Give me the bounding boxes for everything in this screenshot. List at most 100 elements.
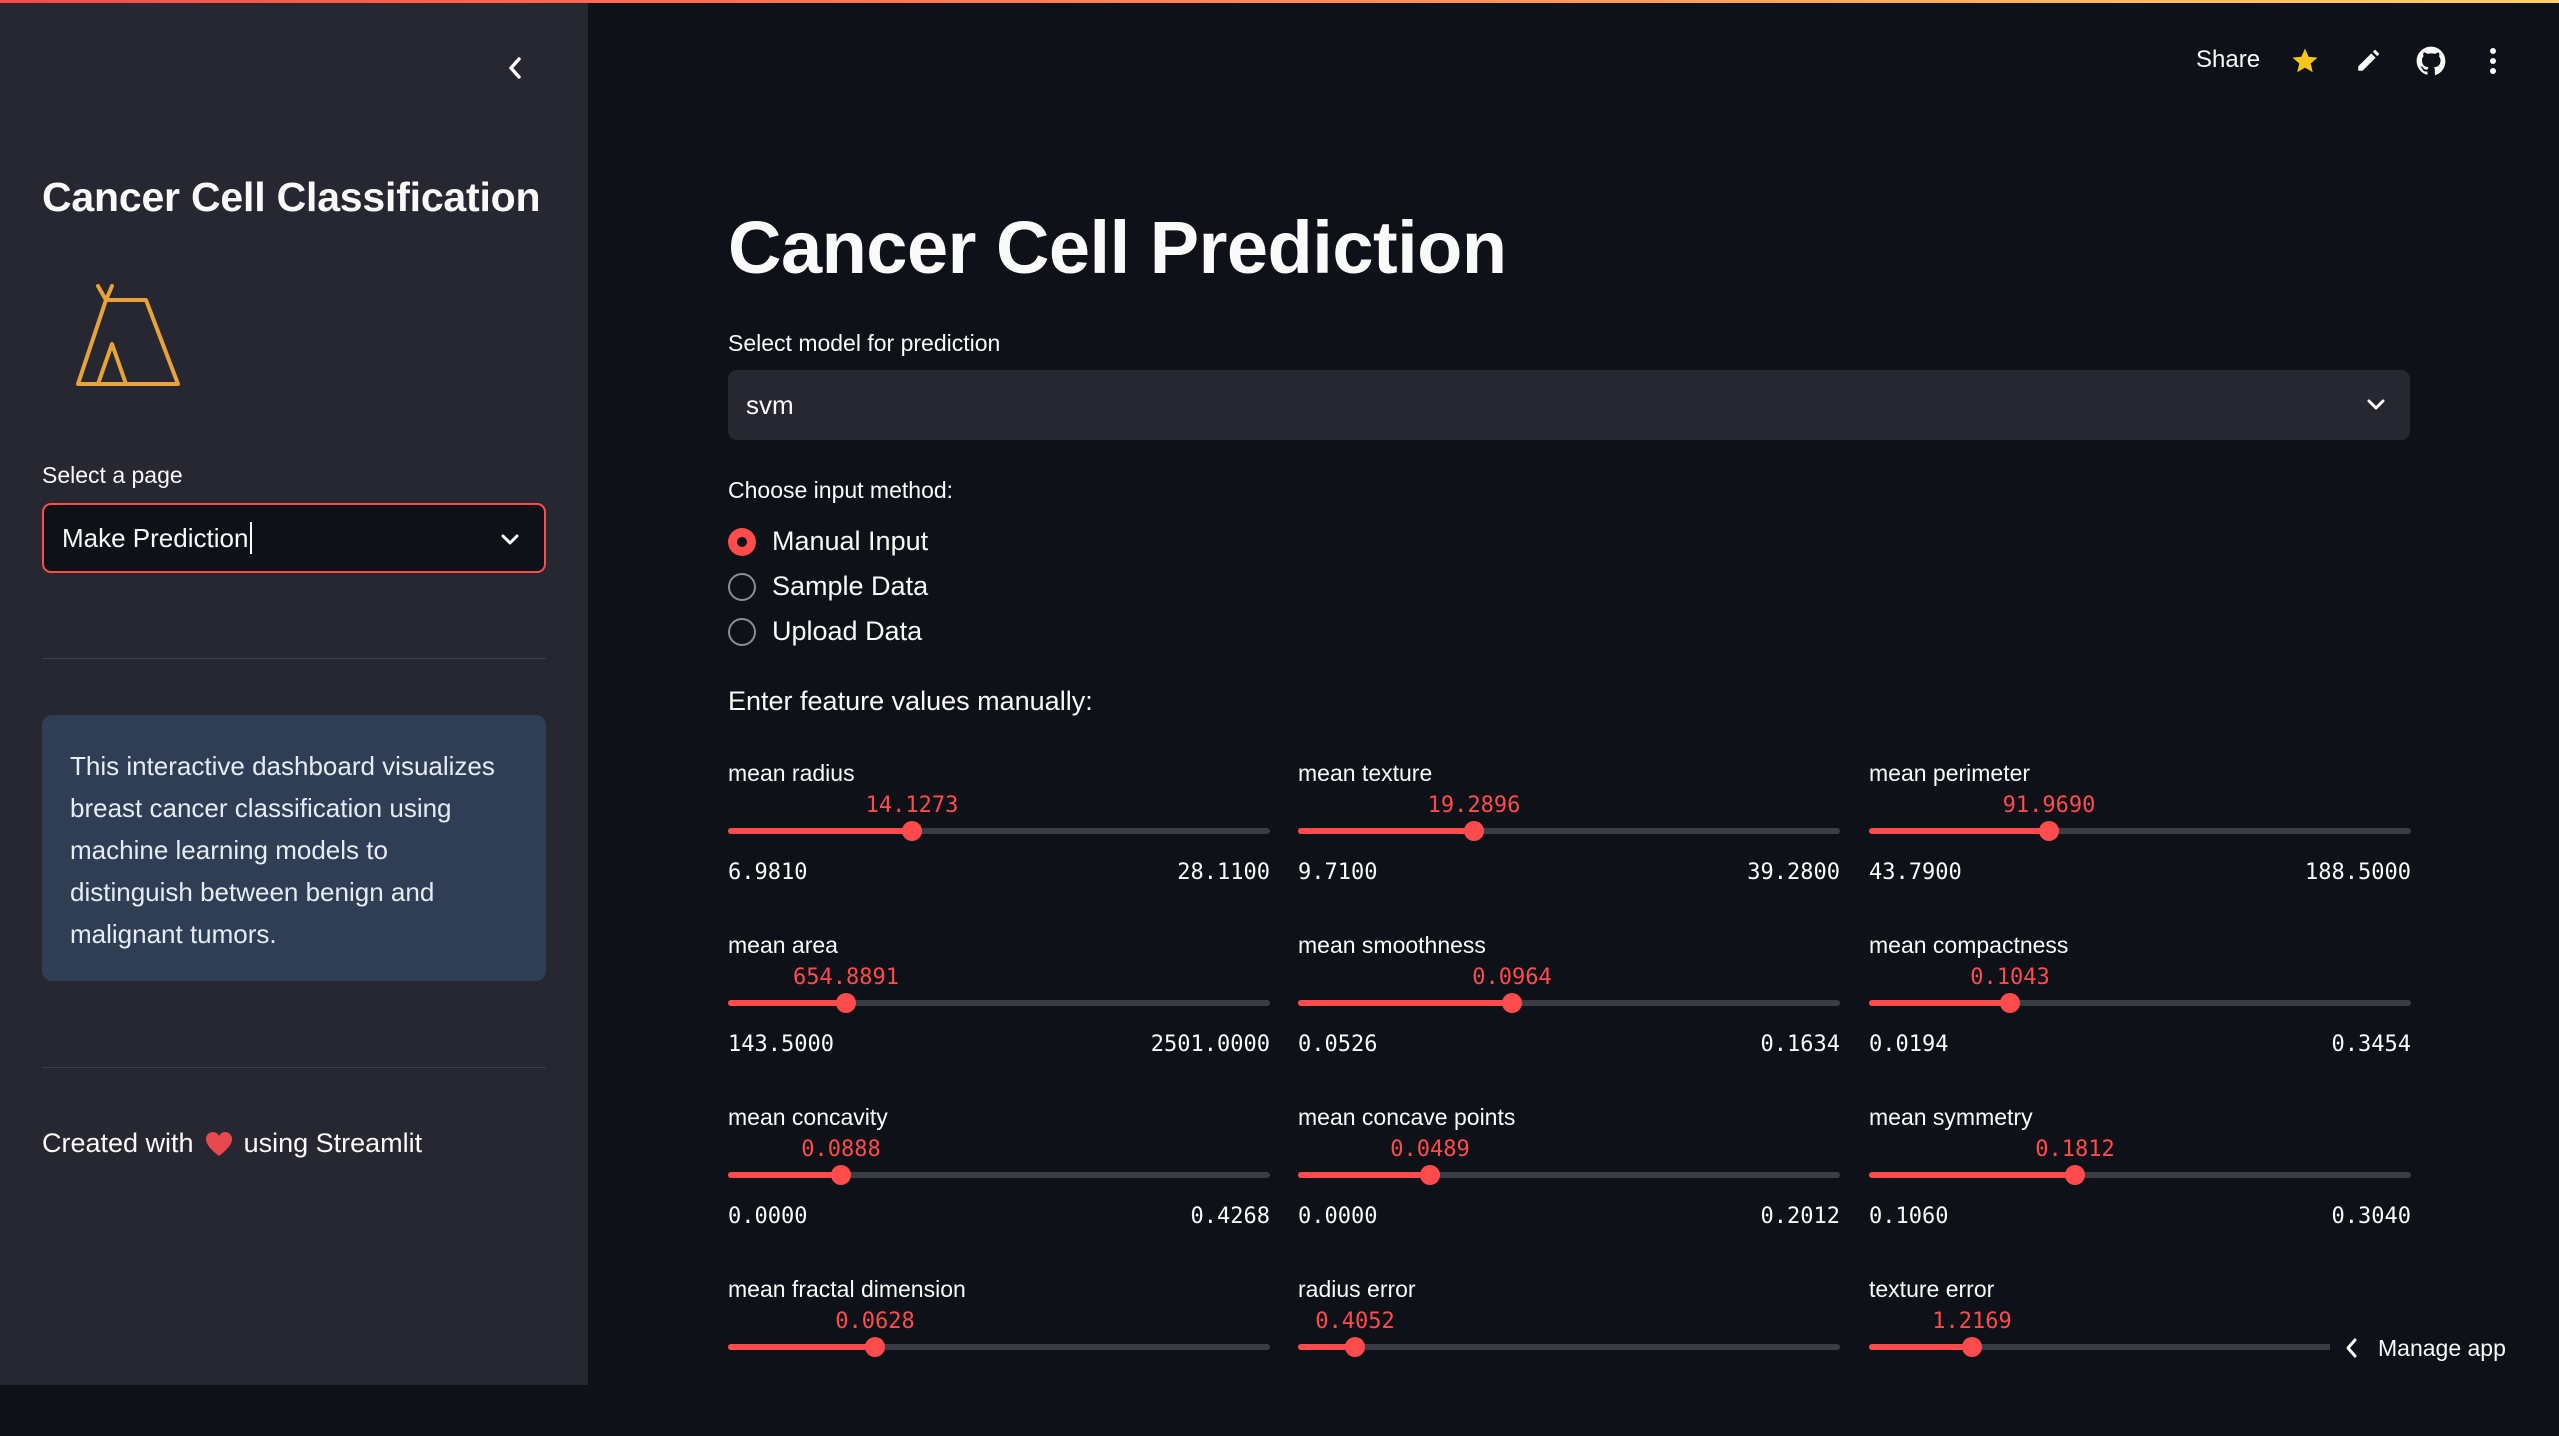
- slider-value: 91.9690: [2002, 793, 2096, 818]
- slider-label: mean perimeter: [1869, 760, 2031, 786]
- slider-track[interactable]: [1298, 1344, 1840, 1350]
- slider-track[interactable]: [728, 828, 1270, 834]
- slider-thumb[interactable]: [865, 1337, 885, 1357]
- slider-min: 143.5000: [728, 1032, 834, 1057]
- input-method-label: Choose input method:: [728, 477, 954, 503]
- radio-label: Sample Data: [772, 571, 929, 601]
- slider-value: 0.1043: [1970, 965, 2050, 990]
- slider-fill: [1298, 1000, 1512, 1006]
- chevron-left-icon: [509, 57, 521, 79]
- radio-sample-data[interactable]: Sample Data: [728, 571, 928, 602]
- slider-min: 0.0526: [1298, 1032, 1378, 1057]
- slider-value: 0.1812: [2035, 1137, 2115, 1162]
- sidebar: Cancer Cell Classification Select a page…: [0, 0, 588, 1385]
- page-select-value: Make Prediction: [62, 522, 249, 553]
- edit-button[interactable]: [2351, 44, 2385, 78]
- slider-value: 19.2896: [1427, 793, 1521, 818]
- slider-track[interactable]: [1869, 1000, 2411, 1006]
- radio-button[interactable]: [728, 572, 756, 601]
- star-icon: [2292, 48, 2318, 73]
- slider-thumb[interactable]: [2039, 821, 2059, 841]
- chevron-left-icon: [2346, 1338, 2357, 1358]
- slider-thumb[interactable]: [1345, 1337, 1365, 1357]
- slider-max: 0.1634: [1760, 1032, 1840, 1057]
- radio-button-selected[interactable]: [728, 527, 756, 556]
- slider-thumb[interactable]: [1464, 821, 1484, 841]
- slider-mean-smoothness[interactable]: mean smoothness 0.0964 0.0526 0.1634: [1298, 932, 1840, 1092]
- model-select-value: svm: [746, 389, 794, 420]
- slider-mean-symmetry[interactable]: mean symmetry 0.1812 0.1060 0.3040: [1869, 1104, 2411, 1264]
- collapse-sidebar-button[interactable]: [497, 50, 533, 86]
- radio-manual-input[interactable]: Manual Input: [728, 526, 928, 557]
- slider-min: 0.0000: [728, 1204, 808, 1229]
- slider-label: mean smoothness: [1298, 932, 1486, 958]
- slider-label: radius error: [1298, 1276, 1416, 1302]
- slider-mean-radius[interactable]: mean radius 14.1273 6.9810 28.1100: [728, 760, 1270, 920]
- star-button[interactable]: [2288, 44, 2322, 78]
- slider-max: 188.5000: [2305, 860, 2411, 885]
- share-button[interactable]: Share: [2196, 46, 2260, 74]
- slider-thumb[interactable]: [1962, 1337, 1982, 1357]
- chevron-down-icon: [501, 534, 519, 545]
- slider-radius-error[interactable]: radius error 0.4052: [1298, 1276, 1840, 1436]
- slider-thumb[interactable]: [1502, 993, 1522, 1013]
- slider-mean-area[interactable]: mean area 654.8891 143.5000 2501.0000: [728, 932, 1270, 1092]
- footer-suffix: using Streamlit: [243, 1128, 423, 1158]
- slider-fill: [1869, 1344, 1972, 1350]
- slider-value: 1.2169: [1932, 1309, 2012, 1334]
- slider-max: 0.4268: [1190, 1204, 1270, 1229]
- slider-track[interactable]: [1869, 828, 2411, 834]
- slider-label: mean compactness: [1869, 932, 2069, 958]
- slider-max: 28.1100: [1177, 860, 1270, 885]
- slider-thumb[interactable]: [836, 993, 856, 1013]
- model-select-label: Select model for prediction: [728, 330, 1001, 356]
- slider-mean-concavity[interactable]: mean concavity 0.0888 0.0000 0.4268: [728, 1104, 1270, 1264]
- slider-track[interactable]: [728, 1000, 1270, 1006]
- slider-mean-fractal-dimension[interactable]: mean fractal dimension 0.0628: [728, 1276, 1270, 1436]
- slider-track[interactable]: [1298, 1172, 1840, 1178]
- slider-label: mean symmetry: [1869, 1104, 2033, 1130]
- slider-label: mean texture: [1298, 760, 1433, 786]
- slider-min: 9.7100: [1298, 860, 1378, 885]
- slider-thumb[interactable]: [2065, 1165, 2085, 1185]
- slider-thumb[interactable]: [1420, 1165, 1440, 1185]
- slider-fill: [728, 1172, 841, 1178]
- manage-app-button[interactable]: Manage app: [2330, 1318, 2559, 1378]
- slider-track[interactable]: [1298, 828, 1840, 834]
- radio-upload-data[interactable]: Upload Data: [728, 616, 922, 647]
- slider-thumb[interactable]: [902, 821, 922, 841]
- slider-min: 0.0194: [1869, 1032, 1949, 1057]
- slider-track[interactable]: [1298, 1000, 1840, 1006]
- top-decoration-bar: [0, 0, 2559, 3]
- slider-fill: [728, 1344, 875, 1350]
- sidebar-divider: [42, 658, 546, 659]
- main-menu-button[interactable]: [2476, 44, 2510, 78]
- slider-fill: [1298, 1172, 1430, 1178]
- slider-value: 14.1273: [865, 793, 959, 818]
- slider-mean-perimeter[interactable]: mean perimeter 91.9690 43.7900 188.5000: [1869, 760, 2411, 920]
- model-select[interactable]: svm: [728, 370, 2410, 440]
- github-button[interactable]: [2414, 44, 2448, 78]
- manage-app-label: Manage app: [2378, 1334, 2506, 1361]
- slider-mean-texture[interactable]: mean texture 19.2896 9.7100 39.2800: [1298, 760, 1840, 920]
- slider-value: 0.0964: [1472, 965, 1552, 990]
- heart-icon: [205, 1131, 232, 1156]
- slider-value: 0.4052: [1315, 1309, 1395, 1334]
- slider-track[interactable]: [728, 1344, 1270, 1350]
- pencil-icon: [2358, 49, 2380, 71]
- slider-thumb[interactable]: [2000, 993, 2020, 1013]
- slider-mean-concave-points[interactable]: mean concave points 0.0489 0.0000 0.2012: [1298, 1104, 1840, 1264]
- slider-thumb[interactable]: [831, 1165, 851, 1185]
- footer-prefix: Created with: [42, 1128, 194, 1158]
- radio-button[interactable]: [728, 617, 756, 646]
- slider-track[interactable]: [1869, 1172, 2411, 1178]
- slider-max: 0.2012: [1760, 1204, 1840, 1229]
- page-select-label: Select a page: [42, 462, 183, 488]
- page-select[interactable]: Make Prediction: [42, 503, 546, 573]
- slider-mean-compactness[interactable]: mean compactness 0.1043 0.0194 0.3454: [1869, 932, 2411, 1092]
- slider-fill: [1869, 1172, 2075, 1178]
- slider-fill: [728, 1000, 846, 1006]
- slider-min: 0.0000: [1298, 1204, 1378, 1229]
- slider-fill: [1298, 828, 1474, 834]
- slider-track[interactable]: [728, 1172, 1270, 1178]
